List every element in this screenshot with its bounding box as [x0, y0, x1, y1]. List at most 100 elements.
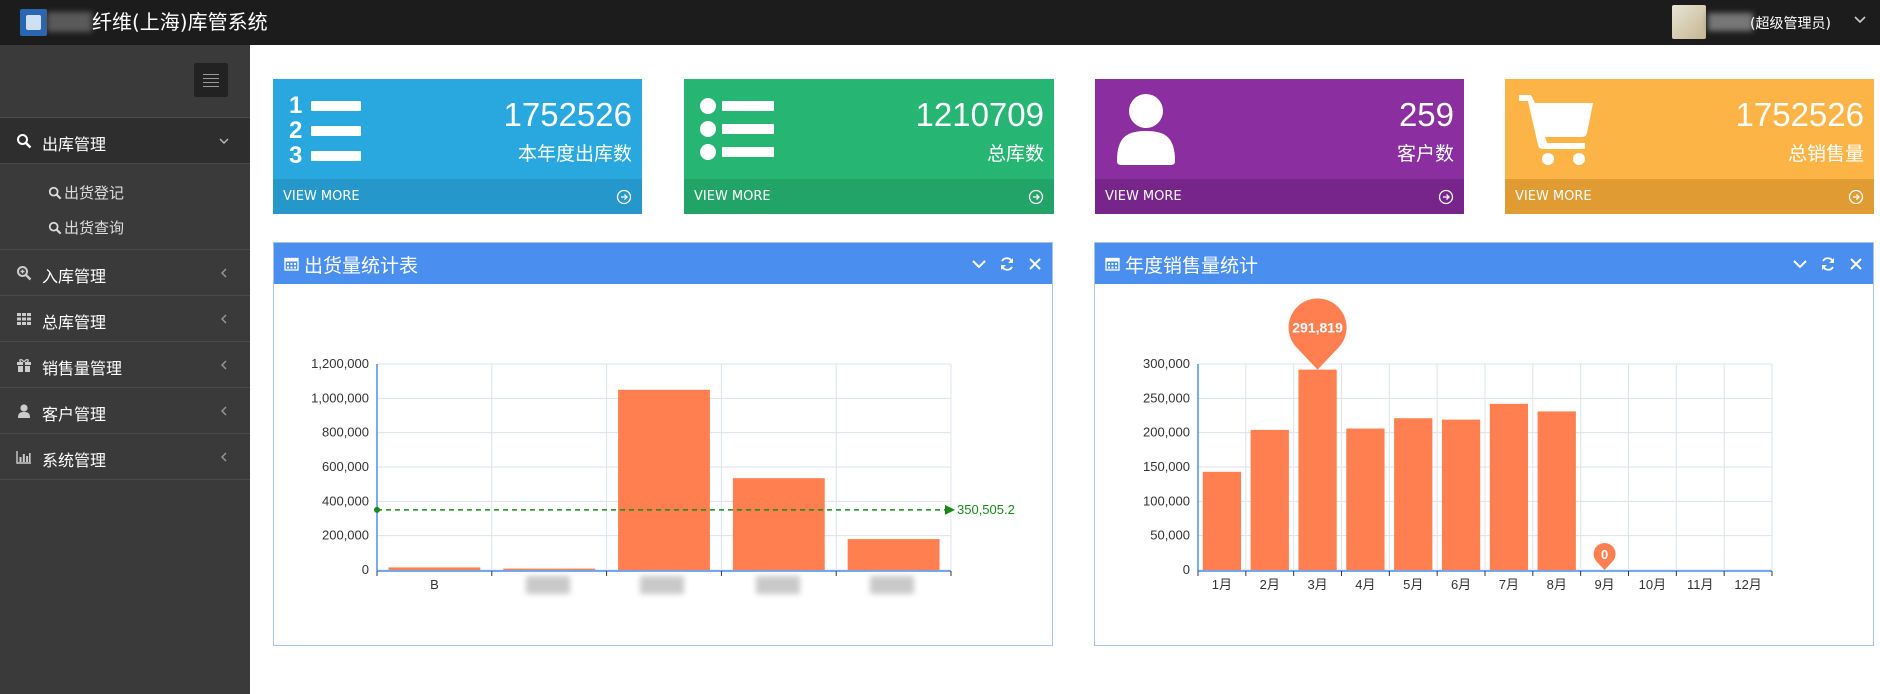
- close-button[interactable]: [1847, 255, 1865, 273]
- sidebar-item-customers[interactable]: 客户管理: [0, 388, 250, 434]
- svg-text:2: 2: [289, 117, 302, 144]
- x-tick-label: 4月: [1355, 577, 1375, 592]
- top-bar: 纤维(上海)库管系统 (超级管理员): [0, 0, 1880, 45]
- chart-bar: [503, 568, 596, 570]
- search-icon: [48, 186, 62, 200]
- redacted-category-label: [640, 576, 684, 594]
- redacted-category-label: [756, 576, 800, 594]
- sidebar-subitem-shipment-register[interactable]: 出货登记: [48, 182, 124, 202]
- app-title: 纤维(上海)库管系统: [92, 10, 268, 34]
- sidebar-subitem-shipment-query[interactable]: 出货查询: [48, 217, 124, 237]
- y-tick-label: 300,000: [1143, 356, 1190, 371]
- stat-value: 1752526: [1735, 96, 1864, 133]
- chevron-left-icon: [221, 268, 227, 278]
- sidebar-item-label: 入库管理: [42, 267, 107, 286]
- y-tick-label: 100,000: [1143, 493, 1190, 508]
- x-tick-label: 3月: [1307, 577, 1327, 592]
- avatar: [1672, 5, 1706, 39]
- sidebar-toggle-button[interactable]: [194, 63, 228, 97]
- sidebar-item-inventory[interactable]: 总库管理: [0, 296, 250, 342]
- x-tick-label: 5月: [1403, 577, 1423, 592]
- mark-line-arrow: [945, 504, 955, 515]
- sidebar-item-system[interactable]: 系统管理: [0, 434, 250, 480]
- y-tick-label: 200,000: [1143, 425, 1190, 440]
- close-button[interactable]: [1026, 255, 1044, 273]
- refresh-button[interactable]: [1819, 255, 1837, 273]
- sidebar-item-sales[interactable]: 销售量管理: [0, 342, 250, 388]
- yearly-sales-panel: 年度销售量统计 300,000 250,000 200,000 150,000 100,…: [1094, 242, 1874, 646]
- svg-text:3: 3: [289, 142, 302, 169]
- chevron-down-icon: [219, 138, 229, 144]
- panel-header: 年度销售量统计: [1095, 243, 1873, 284]
- sidebar-item-label: 销售量管理: [42, 359, 123, 378]
- chart-bar: [1298, 369, 1337, 570]
- y-tick-label: 1,200,000: [311, 356, 369, 371]
- refresh-button[interactable]: [998, 255, 1016, 273]
- gift-icon: [17, 359, 31, 372]
- redacted-company-name: [47, 12, 92, 32]
- panel-header: 出货量统计表: [274, 243, 1052, 284]
- x-tick-label: 1月: [1212, 577, 1232, 592]
- svg-text:1: 1: [289, 92, 302, 119]
- x-tick-label: 8月: [1547, 577, 1567, 592]
- sidebar-item-inbound[interactable]: 入库管理: [0, 250, 250, 296]
- view-more-link[interactable]: VIEW MORE: [1095, 179, 1464, 214]
- arrow-circle-right-icon: [616, 189, 632, 205]
- user-icon: [1117, 94, 1175, 165]
- list-icon: [700, 98, 774, 160]
- view-more-link[interactable]: VIEW MORE: [1505, 179, 1874, 214]
- logo: [20, 9, 47, 36]
- stat-label: 本年度出库数: [517, 143, 632, 165]
- view-more-link[interactable]: VIEW MORE: [273, 179, 642, 214]
- y-tick-label: 50,000: [1150, 528, 1190, 543]
- x-tick-label: 12月: [1734, 577, 1761, 592]
- arrow-circle-right-icon: [1438, 189, 1454, 205]
- grid-icon: [17, 313, 31, 325]
- refresh-icon: [1821, 257, 1834, 271]
- y-tick-label: 800,000: [322, 425, 369, 440]
- y-tick-label: 250,000: [1143, 390, 1190, 405]
- stat-label: 总销售量: [1787, 143, 1864, 165]
- chart-bar: [847, 539, 940, 570]
- redacted-category-label: [870, 576, 914, 594]
- sidebar: 出库管理 出货登记 出货查询 入库管理 总库管理 销售量管理 客户管理 系统管理: [0, 45, 250, 694]
- yearly-sales-bar-chart: 300,000 250,000 200,000 150,000 100,000 50,00…: [1143, 298, 1773, 592]
- y-tick-label: 0: [362, 562, 369, 577]
- zoom-in-icon: [17, 266, 32, 281]
- sidebar-item-label: 出库管理: [42, 135, 107, 154]
- collapse-button[interactable]: [970, 255, 988, 273]
- x-tick-label: 7月: [1499, 577, 1519, 592]
- collapse-button[interactable]: [1791, 255, 1809, 273]
- sidebar-item-label: 客户管理: [42, 405, 107, 424]
- chevron-left-icon: [221, 360, 227, 370]
- stat-value: 259: [1398, 96, 1454, 133]
- chart-bar: [1346, 428, 1385, 570]
- arrow-circle-right-icon: [1848, 189, 1864, 205]
- view-more-link[interactable]: VIEW MORE: [684, 179, 1054, 214]
- chart-bar: [1250, 429, 1289, 570]
- bar-chart-icon: [16, 451, 31, 464]
- search-icon: [48, 221, 62, 235]
- view-more-label: VIEW MORE: [1515, 189, 1592, 204]
- chevron-left-icon: [221, 452, 227, 462]
- chevron-down-icon: [972, 260, 986, 269]
- panel-title: 出货量统计表: [304, 255, 419, 277]
- chart-bar: [1394, 418, 1433, 570]
- close-icon: [1850, 258, 1862, 270]
- chevron-down-icon: [1854, 16, 1866, 24]
- chart-bar: [1537, 411, 1576, 570]
- close-icon: [1029, 258, 1041, 270]
- chevron-left-icon: [221, 314, 227, 324]
- shopping-cart-icon: [1519, 95, 1593, 165]
- stat-card-total-sales: 1752526 总销售量 VIEW MORE: [1505, 79, 1874, 214]
- sidebar-item-outbound[interactable]: 出库管理: [0, 118, 250, 164]
- stat-card-yearly-outbound: 1 2 3 1752526 本年度出库数 VIEW MORE: [273, 79, 642, 214]
- user-menu[interactable]: (超级管理员): [1670, 0, 1880, 45]
- panel-tools: [1786, 255, 1865, 273]
- user-icon: [18, 404, 30, 418]
- x-tick-label: 11月: [1687, 577, 1714, 592]
- y-tick-label: 200,000: [322, 528, 369, 543]
- refresh-icon: [1000, 257, 1013, 271]
- x-tick-label: 9月: [1594, 577, 1614, 592]
- panel-tools: [965, 255, 1044, 273]
